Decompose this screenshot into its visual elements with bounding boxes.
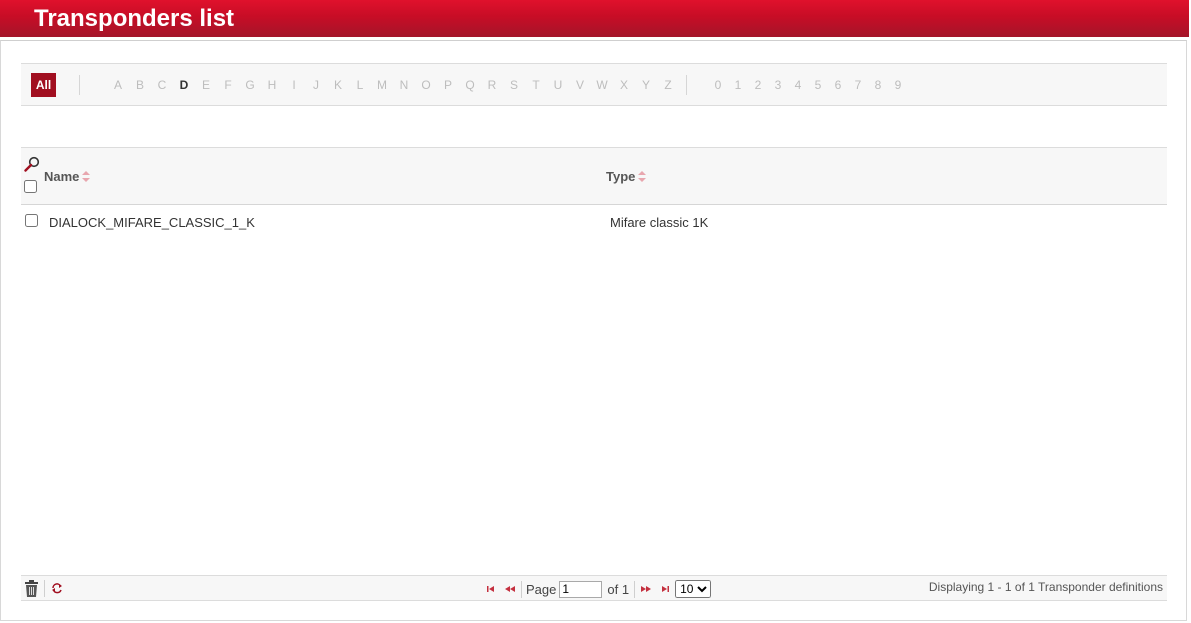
digit-filter-3[interactable]: 3 bbox=[768, 77, 788, 93]
first-page-icon[interactable] bbox=[483, 581, 501, 597]
letter-filter-g[interactable]: G bbox=[239, 77, 261, 93]
pager: Page of 1 10 bbox=[483, 579, 712, 599]
letter-filter-c[interactable]: C bbox=[151, 77, 173, 93]
letter-filter-h[interactable]: H bbox=[261, 77, 283, 93]
select-all-checkbox[interactable] bbox=[24, 180, 37, 193]
letter-filter-m[interactable]: M bbox=[371, 77, 393, 93]
pagination-footer: Page of 1 10 Displaying 1 - 1 of 1 Trans… bbox=[21, 575, 1167, 601]
page-number-input[interactable] bbox=[559, 580, 603, 598]
page-size-select[interactable]: 10 bbox=[675, 580, 712, 598]
search-icon[interactable] bbox=[24, 156, 40, 172]
letter-filter-w[interactable]: W bbox=[591, 77, 613, 93]
column-type-label: Type bbox=[606, 169, 636, 184]
page-title: Transponders list bbox=[34, 5, 235, 32]
display-status: Displaying 1 - 1 of 1 Transponder defini… bbox=[928, 580, 1163, 594]
digit-filter-9[interactable]: 9 bbox=[888, 77, 908, 93]
refresh-icon[interactable] bbox=[51, 582, 63, 594]
digit-filter-list: 0123456789 bbox=[708, 77, 908, 93]
letter-filter-z[interactable]: Z bbox=[657, 77, 679, 93]
alphabet-filter-bar: All ABCDEFGHIJKLMNOPQRSTUVWXYZ 012345678… bbox=[21, 63, 1167, 106]
divider bbox=[79, 75, 80, 95]
sort-icon bbox=[82, 171, 91, 182]
divider bbox=[686, 75, 687, 95]
column-header-type[interactable]: Type bbox=[606, 169, 647, 184]
digit-filter-5[interactable]: 5 bbox=[808, 77, 828, 93]
digit-filter-4[interactable]: 4 bbox=[788, 77, 808, 93]
letter-filter-p[interactable]: P bbox=[437, 77, 459, 93]
digit-filter-7[interactable]: 7 bbox=[848, 77, 868, 93]
table-header: Name Type bbox=[21, 147, 1167, 205]
table-row[interactable]: DIALOCK_MIFARE_CLASSIC_1_K Mifare classi… bbox=[21, 205, 1167, 239]
letter-filter-u[interactable]: U bbox=[547, 77, 569, 93]
page-count-label: of 1 bbox=[607, 581, 630, 597]
filter-all-button[interactable]: All bbox=[31, 73, 56, 97]
row-checkbox[interactable] bbox=[25, 214, 38, 227]
divider bbox=[521, 580, 522, 598]
letter-filter-e[interactable]: E bbox=[195, 77, 217, 93]
letter-filter-t[interactable]: T bbox=[525, 77, 547, 93]
column-name-label: Name bbox=[44, 169, 80, 184]
content-panel bbox=[0, 40, 1187, 621]
letter-filter-l[interactable]: L bbox=[349, 77, 371, 93]
digit-filter-8[interactable]: 8 bbox=[868, 77, 888, 93]
page-label: Page bbox=[526, 581, 557, 597]
digit-filter-0[interactable]: 0 bbox=[708, 77, 728, 93]
divider bbox=[44, 580, 45, 597]
letter-filter-q[interactable]: Q bbox=[459, 77, 481, 93]
sort-icon bbox=[638, 171, 647, 182]
letter-filter-d[interactable]: D bbox=[173, 77, 195, 93]
letter-filter-s[interactable]: S bbox=[503, 77, 525, 93]
letter-filter-a[interactable]: A bbox=[107, 77, 129, 93]
letter-filter-k[interactable]: K bbox=[327, 77, 349, 93]
divider bbox=[634, 580, 636, 598]
letter-filter-r[interactable]: R bbox=[481, 77, 503, 93]
letter-filter-y[interactable]: Y bbox=[635, 77, 657, 93]
trash-icon[interactable] bbox=[24, 580, 39, 597]
row-type: Mifare classic 1K bbox=[610, 215, 709, 230]
prev-page-icon[interactable] bbox=[501, 581, 519, 597]
title-bar: Transponders list bbox=[0, 0, 1189, 37]
last-page-icon[interactable] bbox=[655, 581, 673, 597]
letter-filter-list: ABCDEFGHIJKLMNOPQRSTUVWXYZ bbox=[107, 77, 679, 93]
digit-filter-1[interactable]: 1 bbox=[728, 77, 748, 93]
letter-filter-b[interactable]: B bbox=[129, 77, 151, 93]
digit-filter-2[interactable]: 2 bbox=[748, 77, 768, 93]
letter-filter-f[interactable]: F bbox=[217, 77, 239, 93]
next-page-icon[interactable] bbox=[637, 581, 655, 597]
letter-filter-n[interactable]: N bbox=[393, 77, 415, 93]
letter-filter-v[interactable]: V bbox=[569, 77, 591, 93]
letter-filter-x[interactable]: X bbox=[613, 77, 635, 93]
digit-filter-6[interactable]: 6 bbox=[828, 77, 848, 93]
letter-filter-o[interactable]: O bbox=[415, 77, 437, 93]
letter-filter-i[interactable]: I bbox=[283, 77, 305, 93]
letter-filter-j[interactable]: J bbox=[305, 77, 327, 93]
column-header-name[interactable]: Name bbox=[44, 169, 91, 184]
row-name[interactable]: DIALOCK_MIFARE_CLASSIC_1_K bbox=[49, 215, 255, 230]
